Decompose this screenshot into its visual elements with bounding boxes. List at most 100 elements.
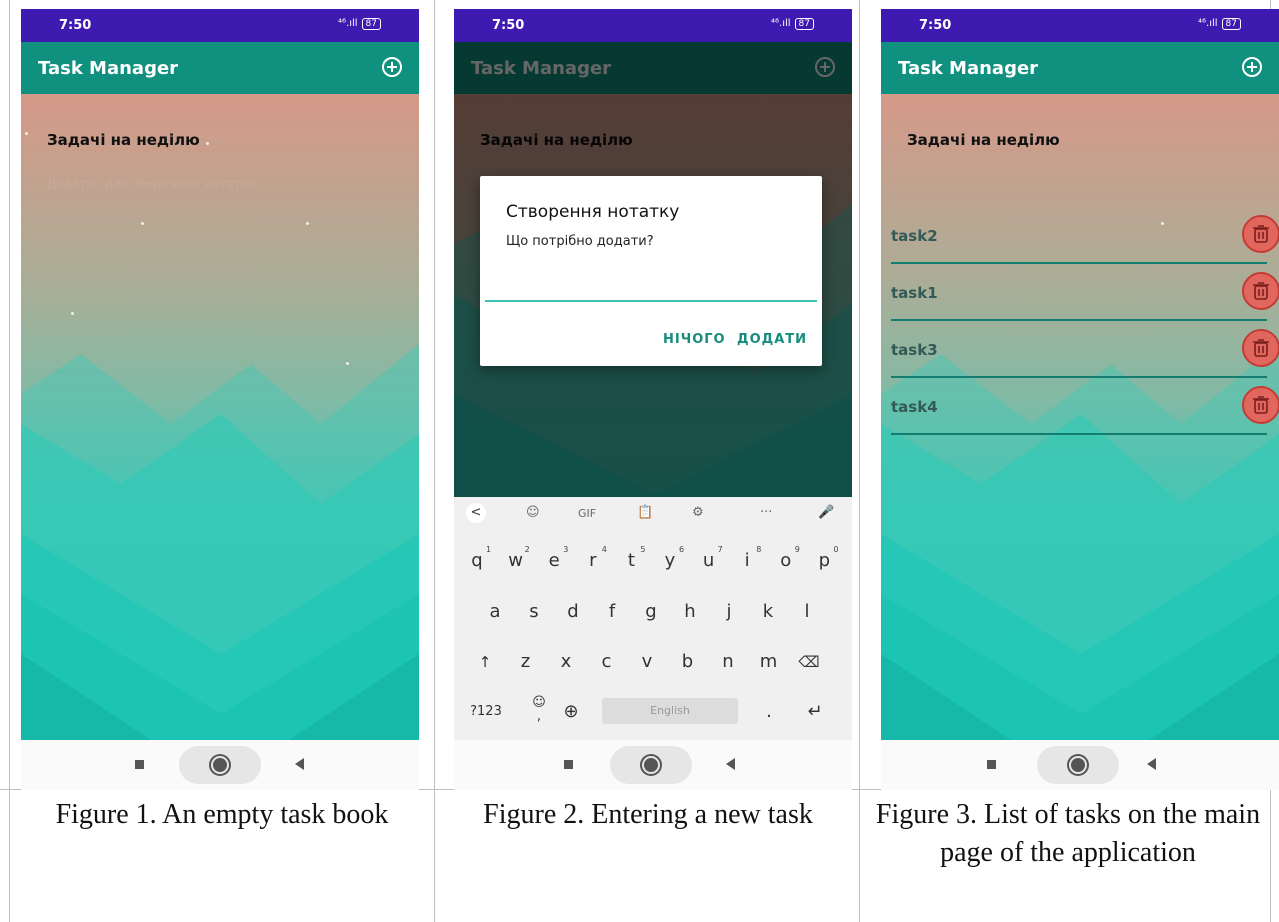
app-bar: Task Manager <box>881 42 1279 94</box>
key-g[interactable]: g <box>634 592 668 632</box>
add-task-icon[interactable] <box>1241 56 1263 78</box>
key-m[interactable]: m <box>752 642 786 682</box>
task-label: task4 <box>891 398 938 416</box>
key-s[interactable]: s <box>517 592 551 632</box>
phone-screen-task-list: 7:50 ⁴⁶.ıll 87 Task Manager Задачі на нед… <box>881 9 1279 790</box>
add-button[interactable]: ДОДАТИ <box>737 332 807 347</box>
task-item[interactable]: task4 <box>891 380 1279 435</box>
nav-bar <box>21 740 419 790</box>
cancel-button[interactable]: НІЧОГО <box>663 332 726 347</box>
status-bar: 7:50 ⁴⁶.ıll 87 <box>881 9 1279 42</box>
key-n[interactable]: n <box>711 642 745 682</box>
key-x[interactable]: x <box>549 642 583 682</box>
key-c[interactable]: c <box>590 642 624 682</box>
subtitle: Додаток для зберігання нотаток <box>47 177 256 191</box>
microphone-icon[interactable]: 🎤 <box>818 505 834 520</box>
figure-caption-1: Figure 1. An empty task book <box>55 799 389 830</box>
back-button[interactable] <box>1147 758 1156 770</box>
key-b[interactable]: b <box>671 642 705 682</box>
heading: Задачі на неділю <box>47 131 200 149</box>
back-button[interactable] <box>295 758 304 770</box>
signal-icon: ⁴⁶.ıll 87 <box>338 18 381 30</box>
task-divider <box>891 319 1267 321</box>
home-button[interactable] <box>1037 746 1119 784</box>
task-item[interactable]: task2 <box>891 209 1279 264</box>
key-number-hint: 3 <box>563 545 569 554</box>
key-h[interactable]: h <box>673 592 707 632</box>
table-divider-1 <box>434 0 435 922</box>
key-number-hint: 5 <box>640 545 646 554</box>
nav-bar <box>454 740 852 790</box>
task-label: task2 <box>891 227 938 245</box>
status-bar: 7:50 ⁴⁶.ıll 87 <box>454 9 852 42</box>
globe-icon[interactable]: ⊕ <box>554 692 588 732</box>
key-row-1: q1w2e3r4t5y6u7i8o9p0 <box>454 541 852 585</box>
clipboard-icon[interactable]: 📋 <box>637 505 653 520</box>
trash-icon[interactable] <box>1242 386 1279 424</box>
shift-key[interactable]: ↑ <box>468 642 502 682</box>
main-content: Задачі на неділю Додаток для зберігання … <box>21 94 419 740</box>
status-time: 7:50 <box>492 18 525 33</box>
main-content: Задачі на неділю task2 task1 task3 task4 <box>881 94 1279 740</box>
task-text-input[interactable] <box>485 300 817 302</box>
collapse-icon[interactable]: < <box>466 503 486 523</box>
gif-icon[interactable]: GIF <box>578 507 596 520</box>
task-label: task3 <box>891 341 938 359</box>
symbols-key[interactable]: ?123 <box>464 692 508 732</box>
keyboard-toolbar: < ☺ GIF 📋 ⚙ ··· 🎤 <box>454 497 852 533</box>
home-icon <box>211 756 229 774</box>
task-item[interactable]: task3 <box>891 323 1279 378</box>
key-number-hint: 7 <box>717 545 723 554</box>
key-f[interactable]: f <box>595 592 629 632</box>
trash-icon[interactable] <box>1242 215 1279 253</box>
phone-screen-add-dialog: 7:50 ⁴⁶.ıll87 Task Manager Задачі на нед… <box>454 9 852 790</box>
key-row-3: ↑ z x c v b n m ⌫ <box>454 642 852 686</box>
backspace-icon[interactable]: ⌫ <box>792 642 826 682</box>
key-l[interactable]: l <box>790 592 824 632</box>
signal-icon: ⁴⁶.ıll 87 <box>1198 18 1241 30</box>
space-key[interactable]: English <box>602 698 738 724</box>
home-button[interactable] <box>610 746 692 784</box>
table-border-left <box>9 0 10 922</box>
trash-icon[interactable] <box>1242 329 1279 367</box>
period-key[interactable]: . <box>752 692 786 732</box>
key-a[interactable]: a <box>478 592 512 632</box>
task-item[interactable]: task1 <box>891 266 1279 321</box>
task-divider <box>891 262 1267 264</box>
home-icon <box>642 756 660 774</box>
key-number-hint: 9 <box>794 545 800 554</box>
emoji-key[interactable]: ☺, <box>522 692 556 736</box>
recents-button[interactable] <box>987 760 996 769</box>
dialog-title: Створення нотатку <box>506 202 680 222</box>
key-j[interactable]: j <box>712 592 746 632</box>
dialog-message: Що потрібно додати? <box>506 234 654 249</box>
more-icon[interactable]: ··· <box>760 505 772 520</box>
recents-button[interactable] <box>564 760 573 769</box>
battery-icon: 87 <box>361 18 381 30</box>
figure-caption-3: Figure 3. List of tasks on the main page… <box>875 799 1261 868</box>
key-number-hint: 6 <box>679 545 685 554</box>
add-task-icon[interactable] <box>381 56 403 78</box>
key-v[interactable]: v <box>630 642 664 682</box>
enter-key[interactable]: ↵ <box>798 692 832 732</box>
soft-keyboard: < ☺ GIF 📋 ⚙ ··· 🎤 q1w2e3r4t5y6u7i8o9p0 a… <box>454 497 852 740</box>
recents-button[interactable] <box>135 760 144 769</box>
task-divider <box>891 433 1267 435</box>
key-z[interactable]: z <box>509 642 543 682</box>
trash-icon[interactable] <box>1242 272 1279 310</box>
key-number-hint: 2 <box>524 545 530 554</box>
key-k[interactable]: k <box>751 592 785 632</box>
heading: Задачі на неділю <box>907 131 1060 149</box>
key-number-hint: 0 <box>833 545 839 554</box>
settings-icon[interactable]: ⚙ <box>692 505 704 520</box>
app-title: Task Manager <box>898 58 1039 79</box>
task-label: task1 <box>891 284 938 302</box>
battery-icon: 87 <box>1221 18 1241 30</box>
create-task-dialog: Створення нотатку Що потрібно додати? НІ… <box>480 176 822 366</box>
back-button[interactable] <box>726 758 735 770</box>
key-row-4: ?123 ☺, ⊕ English . ↵ <box>454 692 852 736</box>
sticker-icon[interactable]: ☺ <box>526 505 540 520</box>
key-number-hint: 4 <box>601 545 607 554</box>
key-d[interactable]: d <box>556 592 590 632</box>
home-button[interactable] <box>179 746 261 784</box>
